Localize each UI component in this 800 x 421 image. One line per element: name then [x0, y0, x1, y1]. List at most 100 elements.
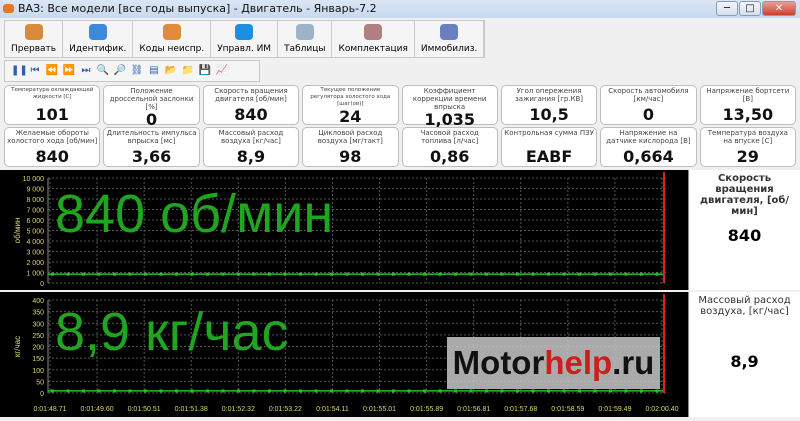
gauge-tile: Длительность импульса впрыска [мс] 3,66 [103, 127, 200, 167]
y-tick-label: 4 000 [26, 239, 44, 246]
data-point [469, 389, 473, 393]
immobilizer-icon [440, 24, 459, 40]
data-point [159, 389, 163, 393]
title-bar: ВАЗ: Все модели [все годы выпуска] - Дви… [0, 0, 800, 18]
gauge-tile: Текущее положение регулятора холостого х… [302, 85, 399, 125]
data-point [268, 272, 271, 276]
data-point [578, 389, 581, 393]
data-point [609, 272, 612, 276]
toolbar-button-3[interactable]: Управл. ИМ [211, 21, 279, 57]
gauge-tile: Температура воздуха на впуске [C] 29 [699, 127, 796, 167]
y-tick-label: 250 [32, 333, 44, 340]
data-point [531, 389, 535, 393]
x-tick-label: 0:01:58.59 [551, 406, 584, 413]
data-point [144, 272, 147, 276]
gauge-tile: Температура охлаждающей жидкости [C] 101 [4, 85, 101, 125]
watermark-text: help [544, 344, 613, 381]
gauge-tile: Массовый расход воздуха [кг/час] 8,9 [202, 127, 300, 167]
gauge-label: Положение дроссельной заслонки [%] [109, 87, 194, 111]
toolbar-label: Прервать [11, 44, 57, 54]
toolbar-label: Идентифик. [69, 44, 127, 54]
data-point [361, 389, 364, 393]
toolbar-label: Иммобилиз. [420, 44, 478, 54]
x-tick-label: 0:01:55.89 [410, 406, 443, 413]
gauge-value: 1,035 [424, 110, 475, 129]
watermark-text: Motor [452, 344, 545, 381]
data-point [299, 389, 302, 393]
data-point [438, 272, 442, 276]
data-point [640, 389, 643, 393]
open-folder-icon[interactable]: 📁 [181, 64, 195, 78]
minimize-button[interactable]: ─ [716, 1, 738, 16]
data-point [128, 272, 132, 276]
data-point [159, 272, 163, 276]
air-flow-side-panel: Массовый расход воздуха, [кг/час] 8,9 [688, 292, 800, 417]
watermark-text: .ru [612, 344, 655, 381]
toolbar-button-1[interactable]: Идентифик. [63, 21, 134, 57]
data-point [283, 389, 287, 393]
data-point [361, 272, 364, 276]
zoom-in-icon[interactable]: 🔎 [113, 64, 127, 78]
import-icon[interactable]: ▤ [147, 64, 161, 78]
data-point [516, 389, 519, 393]
data-point [500, 389, 504, 393]
toolbar-button-5[interactable]: Комплектация [332, 21, 415, 57]
gauge-tile: Цикловой расход воздуха [мг/такт] 98 [302, 127, 399, 167]
data-point [655, 272, 659, 276]
rpm-side-label: Скорость вращения двигателя, [об/мин] [699, 173, 790, 217]
overlay-value: 8,9 кг/час [55, 302, 289, 362]
data-point [469, 272, 473, 276]
zoom-out-icon[interactable]: 🔍 [96, 64, 110, 78]
gauge-value: 3,66 [131, 147, 172, 166]
data-point [82, 272, 85, 276]
toolbar-button-4[interactable]: Таблицы [278, 21, 333, 57]
x-tick-label: 0:01:49.60 [81, 406, 114, 413]
close-button[interactable]: ✕ [762, 1, 796, 16]
first-icon[interactable]: ⏮ [28, 64, 42, 78]
data-point [206, 272, 209, 276]
chart-icon[interactable]: 📈 [215, 64, 229, 78]
maximize-button[interactable]: □ [739, 1, 761, 16]
overlay-value: 840 об/мин [55, 184, 333, 244]
data-point [547, 272, 550, 276]
data-point [252, 272, 256, 276]
x-tick-label: 0:01:54.11 [316, 406, 349, 413]
data-point [593, 272, 597, 276]
toolbar-label: Таблицы [284, 44, 326, 54]
data-point [97, 272, 101, 276]
pause-icon[interactable]: ❚❚ [11, 64, 28, 78]
y-tick-label: 5 000 [26, 229, 44, 236]
data-point [578, 272, 581, 276]
last-icon[interactable]: ⏭ [79, 64, 93, 78]
save-icon[interactable]: 💾 [198, 64, 212, 78]
data-point [609, 389, 612, 393]
data-point [640, 272, 643, 276]
open-icon[interactable]: 📂 [164, 64, 178, 78]
forward-icon[interactable]: ⏩ [62, 64, 76, 78]
data-point [175, 389, 178, 393]
data-point [51, 272, 54, 276]
y-tick-label: 2 000 [26, 260, 44, 267]
data-point [190, 389, 194, 393]
y-tick-label: 9 000 [26, 187, 44, 194]
gauge-value: 0 [642, 105, 654, 124]
toolbar-label: Управл. ИМ [217, 44, 272, 54]
toolbar-button-2[interactable]: Коды неиспр. [133, 21, 212, 57]
x-tick-label: 0:01:55.01 [363, 406, 396, 413]
data-point [423, 272, 426, 276]
gauge-value: 0,86 [429, 147, 470, 166]
gauge-panel: Температура охлаждающей жидкости [C] 101 П… [4, 85, 796, 167]
data-point [454, 272, 457, 276]
gauge-value: 840 [35, 147, 69, 166]
data-point [237, 389, 240, 393]
gauge-tile: Напряжение на датчике кислорода [В] 0,664 [600, 127, 697, 167]
link-icon[interactable]: ⛓ [130, 64, 144, 78]
toolbar-button-6[interactable]: Иммобилиз. [415, 21, 485, 57]
toolbar-button-0[interactable]: Прервать [5, 21, 64, 57]
gauge-value: EABF [525, 147, 573, 166]
rewind-icon[interactable]: ⏪ [45, 64, 59, 78]
data-point [252, 389, 256, 393]
gear-icon [235, 24, 254, 40]
data-point [221, 389, 225, 393]
data-point [51, 389, 54, 393]
